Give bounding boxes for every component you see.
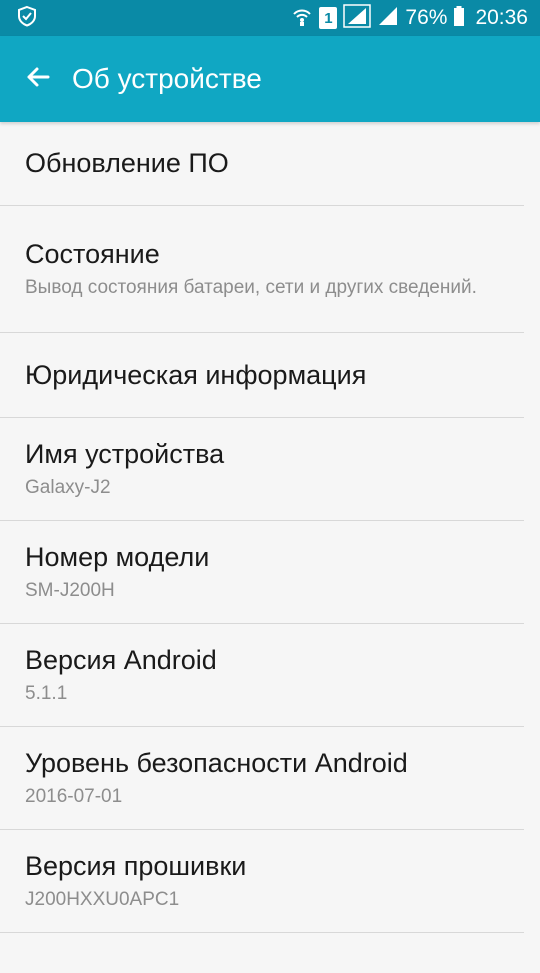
settings-list: Обновление ПО Состояние Вывод состояния …: [0, 122, 540, 973]
item-title: Состояние: [25, 239, 160, 269]
signal-strength-icon-boxed: [343, 3, 372, 33]
item-title: Юридическая информация: [25, 359, 367, 390]
status-bar-right: 1 76% 20:36: [285, 0, 528, 36]
arrow-back-icon: [24, 63, 52, 96]
item-title: Уровень безопасности Android: [25, 748, 408, 778]
battery-percent: 76%: [405, 6, 448, 29]
list-item-model-number[interactable]: Номер модели SM-J200H: [0, 521, 524, 624]
list-item-status[interactable]: Состояние Вывод состояния батареи, сети …: [0, 206, 524, 333]
list-item-software-update[interactable]: Обновление ПО: [0, 122, 524, 206]
item-title: Версия прошивки: [25, 851, 247, 881]
shield-icon: [16, 5, 38, 32]
list-item-baseband-version[interactable]: Версия прошивки J200HXXU0APC1: [0, 830, 524, 933]
list-item-partial[interactable]: [0, 933, 524, 973]
status-bar-left: [16, 5, 38, 32]
item-subtitle: Galaxy-J2: [25, 477, 111, 498]
list-item-legal-info[interactable]: Юридическая информация: [0, 333, 524, 418]
wifi-calling-icon: [291, 5, 313, 32]
page-title: Об устройстве: [72, 63, 262, 94]
sim-icon: 1: [319, 7, 338, 29]
item-subtitle: 5.1.1: [25, 683, 68, 704]
item-title: Версия Android: [25, 645, 217, 675]
clock: 20:36: [475, 6, 528, 29]
app-bar: Об устройстве: [0, 36, 540, 122]
status-bar: 1 76% 20:36: [0, 0, 540, 36]
item-subtitle: Вывод состояния батареи, сети и других с…: [25, 277, 477, 298]
sim-slot-label: 1: [324, 9, 333, 27]
item-subtitle: 2016-07-01: [25, 786, 123, 807]
item-title: Обновление ПО: [25, 148, 229, 178]
battery-icon: [453, 5, 465, 32]
list-item-security-patch-level[interactable]: Уровень безопасности Android 2016-07-01: [0, 727, 524, 830]
back-button[interactable]: [22, 63, 54, 95]
list-item-device-name[interactable]: Имя устройства Galaxy-J2: [0, 418, 524, 521]
item-subtitle: J200HXXU0APC1: [25, 889, 180, 910]
item-subtitle: SM-J200H: [25, 580, 115, 601]
list-item-android-version[interactable]: Версия Android 5.1.1: [0, 624, 524, 727]
item-title: Имя устройства: [25, 439, 225, 469]
signal-strength-icon: [377, 5, 399, 32]
item-title: Номер модели: [25, 542, 210, 572]
